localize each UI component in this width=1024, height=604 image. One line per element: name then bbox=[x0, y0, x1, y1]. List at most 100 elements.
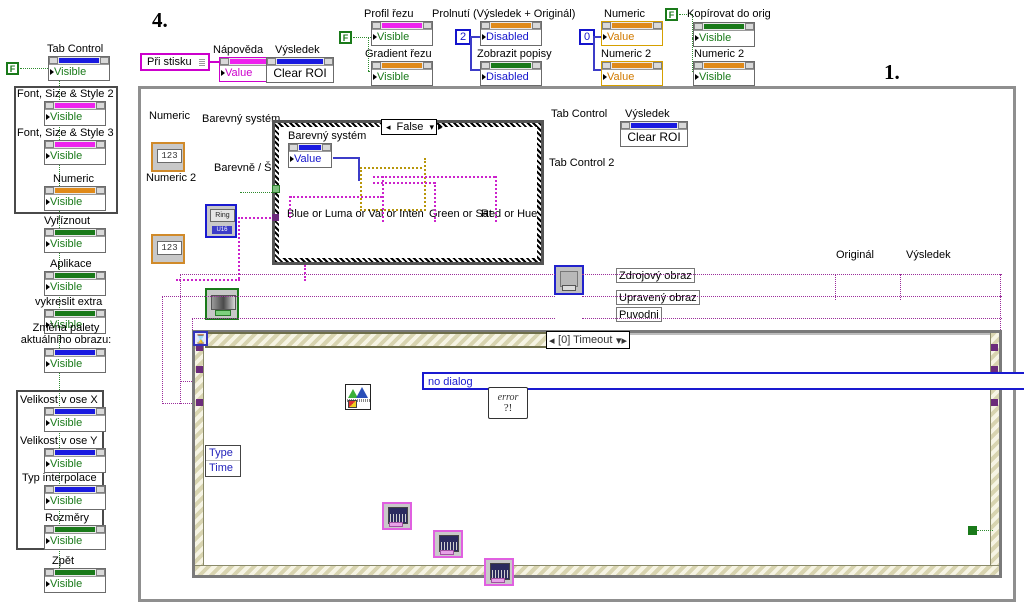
color-palette-vi-icon[interactable] bbox=[345, 384, 371, 410]
wire-error-yellow-left bbox=[360, 167, 362, 211]
property-node-numeric2-visible[interactable]: Visible bbox=[693, 61, 755, 86]
pnode-property-label: Visible bbox=[694, 31, 754, 46]
boolean-terminal-foot bbox=[215, 310, 231, 316]
mini-graph-green[interactable] bbox=[433, 530, 463, 558]
pnode-bar bbox=[59, 58, 99, 63]
case-next-arrow[interactable]: ▸ bbox=[436, 122, 445, 133]
property-node-vyriznout-visible[interactable]: Visible bbox=[44, 228, 106, 253]
boolean-terminal-barevne-sede[interactable] bbox=[205, 288, 239, 320]
event-case-label: [0] Timeout bbox=[558, 334, 613, 346]
case-selector-terminal bbox=[272, 185, 280, 193]
numeric2-terminal[interactable]: 123 bbox=[151, 234, 185, 264]
event-case-selector[interactable]: ◂ [0] Timeout ▾ ▸ bbox=[546, 331, 630, 349]
label-numeric-top: Numeric bbox=[604, 8, 645, 20]
wire-error-yellow-top bbox=[360, 167, 422, 169]
false-constant-kopirovat[interactable]: F bbox=[665, 8, 678, 21]
wire-magenta-case-v1 bbox=[289, 196, 291, 218]
false-constant-profil[interactable]: F bbox=[339, 31, 352, 44]
property-node-numeric-visible[interactable]: Visible bbox=[44, 186, 106, 211]
property-node-vysledek-clear-roi[interactable]: Clear ROI bbox=[266, 57, 334, 83]
label-tab-control-terminal: Tab Control bbox=[551, 108, 608, 120]
wire-magenta-case-3 bbox=[373, 182, 435, 184]
property-node-barevny-system-value[interactable]: Value bbox=[288, 143, 332, 168]
while-loop-inner bbox=[195, 333, 999, 575]
label-numeric2-top: Numeric 2 bbox=[601, 48, 652, 60]
pnode-property-label: Visible bbox=[45, 457, 105, 472]
property-node-zobrazit-popisy-disabled[interactable]: Disabled bbox=[480, 61, 542, 86]
property-node-gradient-rezu-visible[interactable]: Visible bbox=[371, 61, 433, 86]
wire-purple-v2 bbox=[162, 296, 163, 404]
error-node-line2: ?! bbox=[503, 402, 513, 414]
property-node-profil-rezu-visible[interactable]: Visible bbox=[371, 21, 433, 46]
case-selector-false[interactable]: ◂ False ▾ ▸ bbox=[381, 119, 443, 135]
tab-control-terminal[interactable] bbox=[554, 265, 584, 295]
property-node-rozmery-visible[interactable]: Visible bbox=[44, 525, 106, 550]
numeric-terminal[interactable]: 123 bbox=[151, 142, 185, 172]
case-selector-label: False bbox=[396, 121, 424, 133]
loop-condition-terminal[interactable] bbox=[968, 526, 977, 535]
property-node-tab-control-visible[interactable]: Visible bbox=[48, 56, 110, 81]
label-numeric-terminal: Numeric bbox=[149, 110, 190, 122]
wire-magenta-left-bottom bbox=[176, 279, 240, 281]
wire-magenta-case-v3 bbox=[434, 182, 436, 222]
event-data-time: Time bbox=[209, 462, 234, 474]
wire-magenta-case-1 bbox=[290, 196, 382, 198]
blue-triangle-icon bbox=[356, 387, 368, 398]
label-font-size-style-2: Font, Size & Style 2 bbox=[17, 88, 114, 100]
wire-purple-zdrojovy-right bbox=[582, 274, 1002, 275]
property-node-vysledek-clear-roi-inner[interactable]: Clear ROI bbox=[620, 121, 688, 147]
label-blue-luma-val-inten: Blue or Luma or Val or Inten bbox=[287, 208, 424, 220]
label-rozmery: Rozměry bbox=[45, 512, 90, 524]
pnode-property-label: Visible bbox=[45, 195, 105, 210]
loop-tunnel-3 bbox=[196, 399, 203, 406]
property-node-typ-interpolace-visible[interactable]: Visible bbox=[44, 485, 106, 510]
wire-blue-to-colorvi bbox=[333, 157, 360, 159]
error-handler-node[interactable]: error ?! bbox=[488, 387, 528, 419]
false-constant-left[interactable]: F bbox=[6, 62, 19, 75]
mini-graph-red[interactable] bbox=[484, 558, 514, 586]
property-node-velikost-x-visible[interactable]: Visible bbox=[44, 407, 106, 432]
label-numeric2-visible: Numeric 2 bbox=[694, 48, 745, 60]
wire-blue-const0-vertical bbox=[593, 36, 595, 71]
chevron-down-icon[interactable]: ▾ bbox=[427, 122, 436, 133]
property-node-zpet-visible[interactable]: Visible bbox=[44, 568, 106, 593]
wire-purple-original-branch bbox=[835, 274, 836, 300]
label-gradient-rezu: Gradient řezu bbox=[365, 48, 432, 60]
property-node-velikost-y-visible[interactable]: Visible bbox=[44, 448, 106, 473]
wire-magenta-case-v4 bbox=[495, 176, 497, 222]
label-barevny-system-terminal: Barevný systém bbox=[202, 113, 281, 125]
pnode-property-label: Disabled bbox=[481, 30, 541, 45]
property-node-aplikace-visible[interactable]: Visible bbox=[44, 271, 106, 296]
mini-graph-blue[interactable] bbox=[382, 502, 412, 530]
label-velikost-x: Velikost v ose X bbox=[20, 394, 98, 406]
property-node-palette-visible[interactable]: Visible bbox=[44, 348, 106, 373]
ring-terminal-barevny-system[interactable]: Ring U16 bbox=[205, 204, 237, 238]
hourglass-icon[interactable]: ⌛ bbox=[193, 331, 208, 346]
pnode-property-label: Visible bbox=[45, 280, 105, 295]
pnode-property-label: Clear ROI bbox=[273, 66, 327, 80]
case-prev-arrow[interactable]: ◂ bbox=[384, 122, 393, 133]
label-numeric2-terminal: Numeric 2 bbox=[146, 172, 197, 184]
ring-terminal-type: U16 bbox=[212, 226, 232, 234]
property-node-numeric2-value[interactable]: Value bbox=[601, 61, 663, 86]
label-vysledek-image: Výsledek bbox=[906, 249, 951, 261]
label-barevny-system-pnode: Barevný systém bbox=[288, 130, 367, 142]
label-tab-control-2-terminal: Tab Control 2 bbox=[549, 157, 615, 169]
property-node-font2-visible[interactable]: Visible bbox=[44, 101, 106, 126]
event-data-node[interactable]: Type Time bbox=[205, 445, 241, 477]
event-node-pri-stisku[interactable]: Při stisku bbox=[140, 53, 210, 71]
event-next-arrow[interactable]: ▸ bbox=[621, 334, 627, 347]
property-node-font3-visible[interactable]: Visible bbox=[44, 140, 106, 165]
property-node-prolnuti-disabled[interactable]: Disabled bbox=[480, 21, 542, 46]
pnode-property-label: Visible bbox=[45, 494, 105, 509]
ring-terminal-text: Ring bbox=[210, 209, 235, 222]
label-barevne-sede: Barevně / Še bbox=[214, 162, 278, 174]
numeric-constant-2[interactable]: 2 bbox=[455, 29, 472, 45]
property-node-kopirovat-visible[interactable]: Visible bbox=[693, 22, 755, 47]
wire-label-puvodni: Puvodni bbox=[616, 307, 662, 322]
pnode-property-label: Clear ROI bbox=[627, 130, 681, 144]
property-node-numeric-value[interactable]: Value bbox=[601, 21, 663, 46]
wire-magenta-case-down bbox=[304, 265, 306, 281]
pnode-property-label: Visible bbox=[49, 65, 109, 80]
wire-magenta-into-case bbox=[238, 217, 274, 219]
